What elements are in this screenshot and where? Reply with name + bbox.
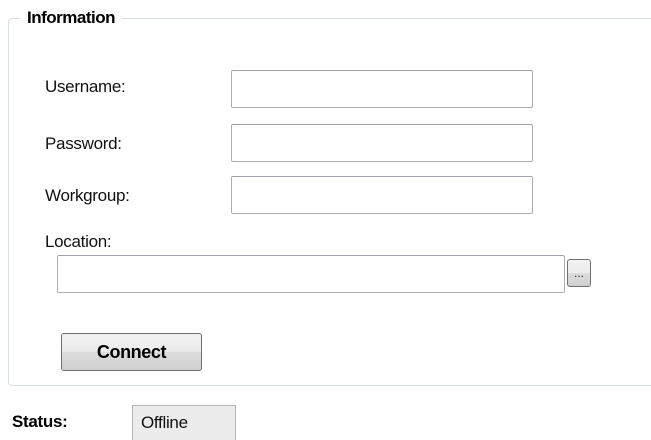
username-label: Username: [45, 77, 126, 96]
browse-location-button[interactable]: ... [567, 259, 591, 287]
username-input[interactable] [231, 70, 533, 108]
password-input[interactable] [231, 124, 533, 162]
location-input[interactable] [57, 255, 565, 293]
location-label: Location: [45, 232, 112, 251]
information-group-title: Information [20, 7, 121, 29]
status-label: Status: [12, 412, 68, 431]
status-value: Offline [132, 405, 236, 440]
connect-button[interactable]: Connect [61, 333, 202, 371]
workgroup-label: Workgroup: [45, 186, 130, 205]
password-label: Password: [45, 134, 122, 153]
workgroup-input[interactable] [231, 176, 533, 214]
connection-form: Information Username: Password: Workgrou… [0, 0, 651, 440]
